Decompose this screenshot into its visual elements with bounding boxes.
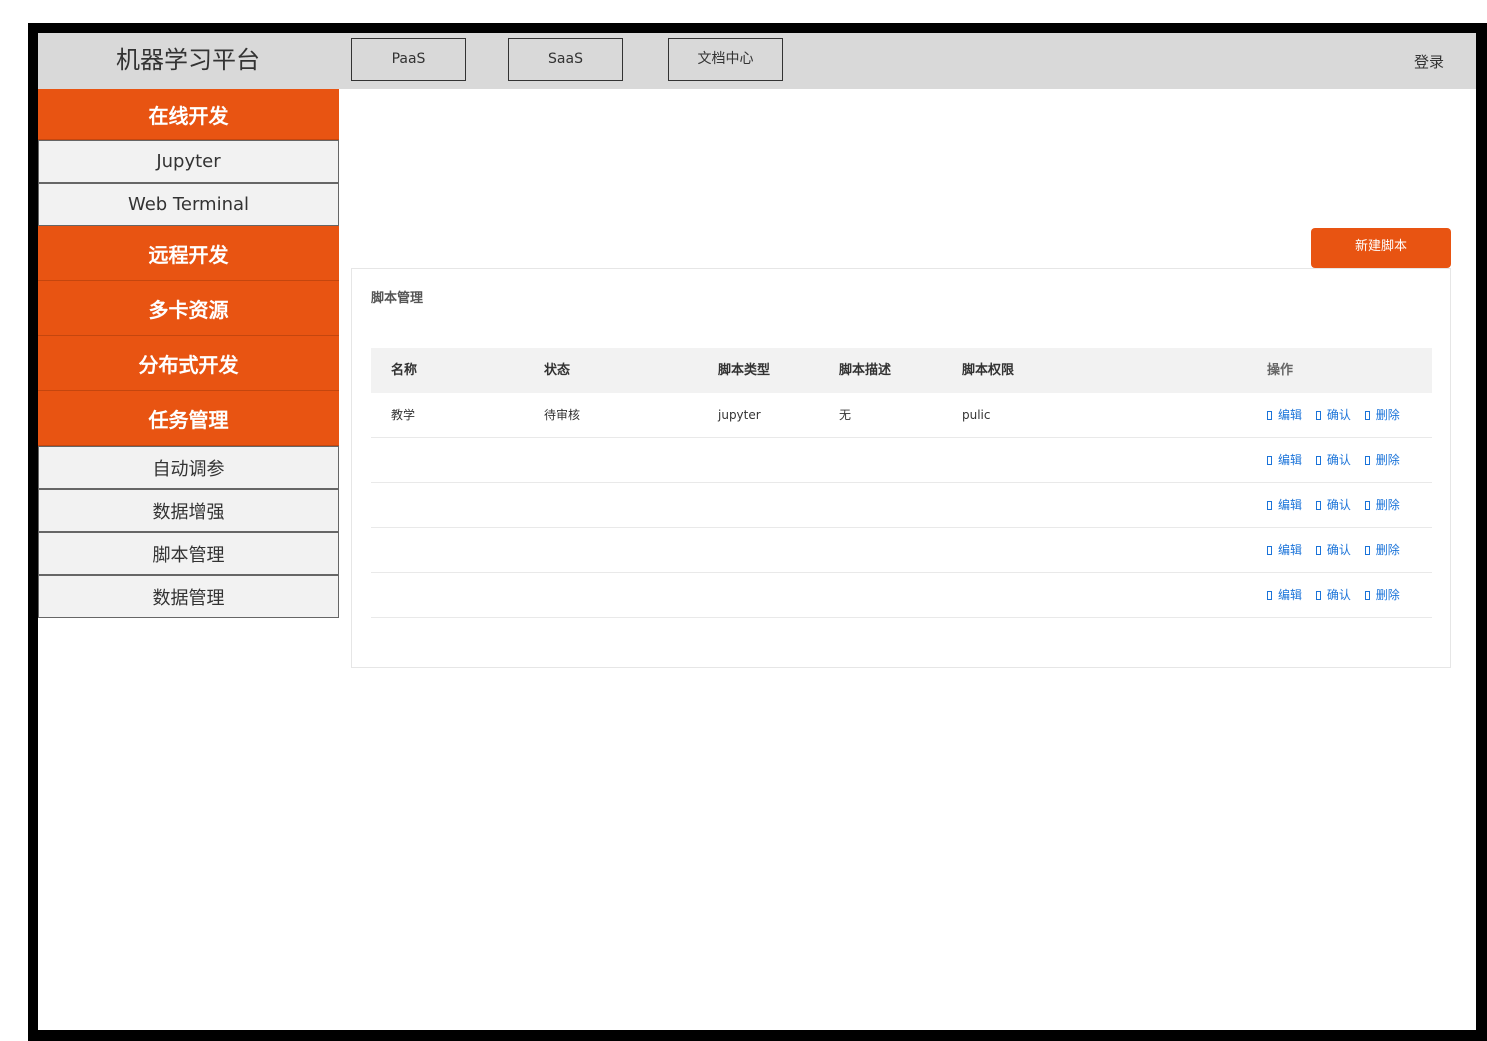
- sidebar-item-task-mgmt[interactable]: 任务管理: [38, 391, 339, 446]
- confirm-link[interactable]: 确认: [1315, 543, 1351, 557]
- nav-saas-button[interactable]: SaaS: [508, 38, 623, 81]
- delete-link[interactable]: 删除: [1364, 588, 1400, 602]
- col-name-header: 名称: [391, 363, 418, 378]
- sidebar-item-distributed-dev[interactable]: 分布式开发: [38, 336, 339, 391]
- edit-link[interactable]: 编辑: [1267, 453, 1302, 467]
- delete-icon: [1364, 501, 1370, 510]
- sidebar-item-jupyter[interactable]: Jupyter: [38, 140, 339, 183]
- delete-label: 删除: [1375, 453, 1400, 467]
- edit-icon: [1267, 501, 1272, 510]
- row-actions: 编辑 确认 删除: [1267, 393, 1410, 437]
- cell-type: jupyter: [718, 408, 761, 422]
- app-canvas: 机器学习平台 PaaS SaaS 文档中心 登录 在线开发 Jupyter We…: [38, 33, 1476, 1030]
- edit-link[interactable]: 编辑: [1267, 588, 1302, 602]
- delete-link[interactable]: 删除: [1364, 543, 1400, 557]
- app-title: 机器学习平台: [116, 46, 260, 74]
- confirm-link[interactable]: 确认: [1315, 408, 1351, 422]
- edit-label: 编辑: [1278, 408, 1303, 422]
- edit-label: 编辑: [1278, 498, 1303, 512]
- delete-link[interactable]: 删除: [1364, 498, 1400, 512]
- edit-icon: [1267, 591, 1272, 600]
- confirm-link[interactable]: 确认: [1315, 498, 1351, 512]
- sidebar-item-web-terminal[interactable]: Web Terminal: [38, 183, 339, 226]
- confirm-label: 确认: [1326, 588, 1351, 602]
- sidebar-item-data-augment[interactable]: 数据增强: [38, 489, 339, 532]
- confirm-label: 确认: [1326, 408, 1351, 422]
- delete-label: 删除: [1375, 408, 1400, 422]
- sidebar-item-online-dev[interactable]: 在线开发: [38, 89, 339, 140]
- login-link[interactable]: 登录: [1414, 51, 1444, 72]
- script-panel: 脚本管理 名称 状态 脚本类型 脚本描述 脚本权限 操作 教学 待审核 jupy…: [351, 268, 1451, 668]
- confirm-label: 确认: [1326, 498, 1351, 512]
- script-table: 名称 状态 脚本类型 脚本描述 脚本权限 操作 教学 待审核 jupyter 无…: [371, 348, 1432, 618]
- top-header: 机器学习平台 PaaS SaaS 文档中心 登录: [38, 33, 1476, 89]
- nav-docs-button[interactable]: 文档中心: [668, 38, 783, 81]
- table-row: 教学 待审核 jupyter 无 pulic 编辑 确认 删除: [371, 393, 1432, 438]
- col-desc-header: 脚本描述: [839, 363, 892, 378]
- confirm-label: 确认: [1326, 543, 1351, 557]
- edit-icon: [1267, 546, 1272, 555]
- table-row: 编辑 确认 删除: [371, 528, 1432, 573]
- table-row: 编辑 确认 删除: [371, 573, 1432, 618]
- confirm-icon: [1315, 591, 1321, 600]
- panel-title: 脚本管理: [371, 291, 424, 306]
- confirm-icon: [1315, 456, 1321, 465]
- cell-name: 教学: [391, 408, 416, 422]
- row-actions: 编辑 确认 删除: [1267, 528, 1410, 572]
- cell-desc: 无: [839, 408, 852, 422]
- delete-label: 删除: [1375, 588, 1400, 602]
- row-actions: 编辑 确认 删除: [1267, 573, 1410, 617]
- sidebar-item-auto-tuning[interactable]: 自动调参: [38, 446, 339, 489]
- col-status-header: 状态: [544, 363, 571, 378]
- col-permission-header: 脚本权限: [962, 363, 1015, 378]
- table-header: 名称 状态 脚本类型 脚本描述 脚本权限 操作: [371, 348, 1432, 393]
- confirm-link[interactable]: 确认: [1315, 453, 1351, 467]
- delete-icon: [1364, 456, 1370, 465]
- sidebar-item-multi-gpu[interactable]: 多卡资源: [38, 281, 339, 336]
- edit-label: 编辑: [1278, 453, 1303, 467]
- confirm-label: 确认: [1326, 453, 1351, 467]
- cell-status: 待审核: [544, 408, 581, 422]
- nav-paas-button[interactable]: PaaS: [351, 38, 466, 81]
- row-actions: 编辑 确认 删除: [1267, 438, 1410, 482]
- delete-link[interactable]: 删除: [1364, 453, 1400, 467]
- edit-link[interactable]: 编辑: [1267, 408, 1302, 422]
- edit-link[interactable]: 编辑: [1267, 543, 1302, 557]
- edit-label: 编辑: [1278, 543, 1303, 557]
- edit-link[interactable]: 编辑: [1267, 498, 1302, 512]
- delete-link[interactable]: 删除: [1364, 408, 1400, 422]
- cell-permission: pulic: [962, 408, 991, 422]
- edit-label: 编辑: [1278, 588, 1303, 602]
- confirm-icon: [1315, 546, 1321, 555]
- delete-icon: [1364, 546, 1370, 555]
- edit-icon: [1267, 411, 1272, 420]
- col-type-header: 脚本类型: [718, 363, 771, 378]
- confirm-icon: [1315, 501, 1321, 510]
- confirm-link[interactable]: 确认: [1315, 588, 1351, 602]
- edit-icon: [1267, 456, 1272, 465]
- delete-icon: [1364, 411, 1370, 420]
- confirm-icon: [1315, 411, 1321, 420]
- table-row: 编辑 确认 删除: [371, 483, 1432, 528]
- table-row: 编辑 确认 删除: [371, 438, 1432, 483]
- delete-icon: [1364, 591, 1370, 600]
- delete-label: 删除: [1375, 543, 1400, 557]
- sidebar-item-script-mgmt[interactable]: 脚本管理: [38, 532, 339, 575]
- delete-label: 删除: [1375, 498, 1400, 512]
- row-actions: 编辑 确认 删除: [1267, 483, 1410, 527]
- sidebar-item-data-mgmt[interactable]: 数据管理: [38, 575, 339, 618]
- new-script-button[interactable]: 新建脚本: [1311, 228, 1451, 268]
- col-actions-header: 操作: [1267, 363, 1294, 378]
- sidebar-item-remote-dev[interactable]: 远程开发: [38, 226, 339, 281]
